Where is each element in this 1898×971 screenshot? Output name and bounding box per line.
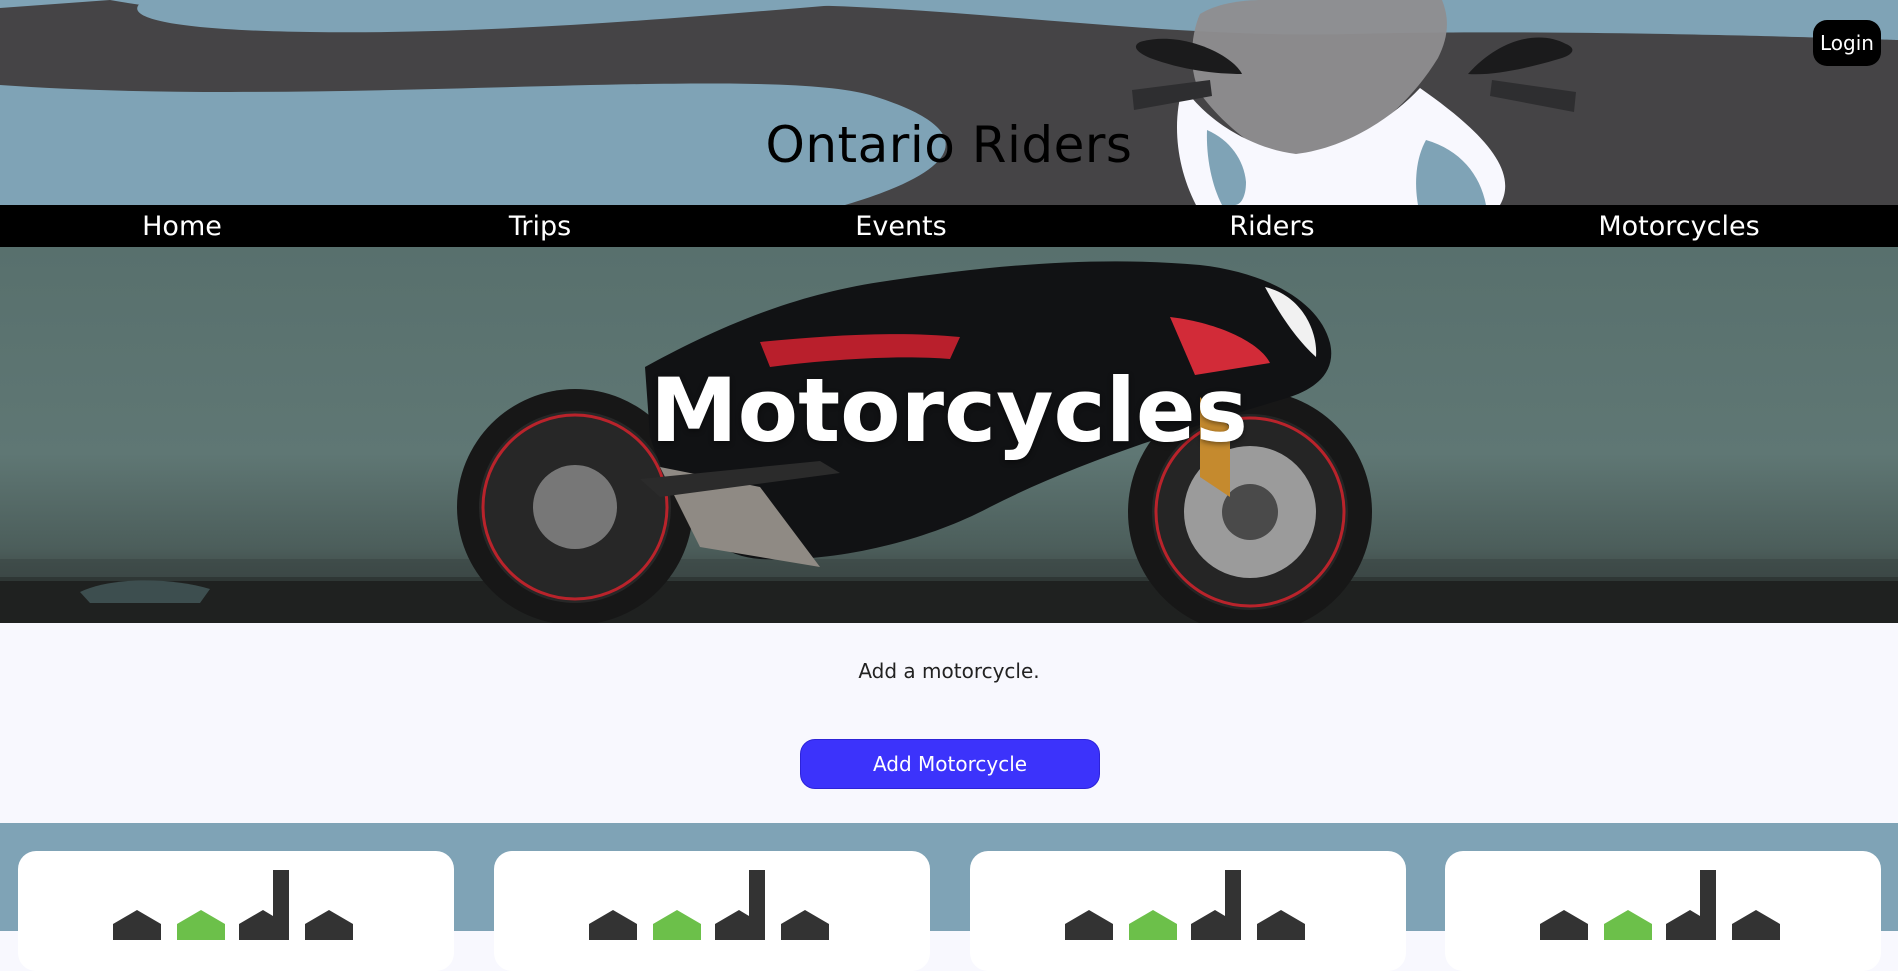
header-illustration (0, 0, 1898, 205)
motorcycle-card[interactable] (18, 851, 454, 971)
nav-item-motorcycles[interactable]: Motorcycles (1598, 211, 1759, 243)
node-logo-icon (1065, 870, 1305, 940)
login-button[interactable]: Login (1813, 20, 1881, 66)
nav-item-home[interactable]: Home (142, 211, 222, 243)
motorcycle-cards-section (0, 823, 1898, 971)
nav-item-events[interactable]: Events (855, 211, 946, 243)
main-navigation: Home Trips Events Riders Motorcycles (0, 205, 1898, 247)
motorcycle-card[interactable] (1445, 851, 1881, 971)
node-logo-icon (589, 870, 829, 940)
nav-item-trips[interactable]: Trips (509, 211, 571, 243)
node-logo-icon (113, 870, 353, 940)
node-logo-icon (1540, 870, 1780, 940)
motorcycle-card[interactable] (494, 851, 930, 971)
site-title: Ontario Riders (765, 116, 1133, 174)
add-motorcycle-button[interactable]: Add Motorcycle (800, 739, 1100, 789)
add-motorcycle-text: Add a motorcycle. (858, 659, 1040, 683)
hero-title: Motorcycles (650, 359, 1248, 462)
nav-item-riders[interactable]: Riders (1229, 211, 1314, 243)
site-header: Ontario Riders Login (0, 0, 1898, 205)
add-motorcycle-section: Add a motorcycle. Add Motorcycle (0, 623, 1898, 823)
hero-banner: Motorcycles (0, 247, 1898, 623)
motorcycle-card[interactable] (970, 851, 1406, 971)
